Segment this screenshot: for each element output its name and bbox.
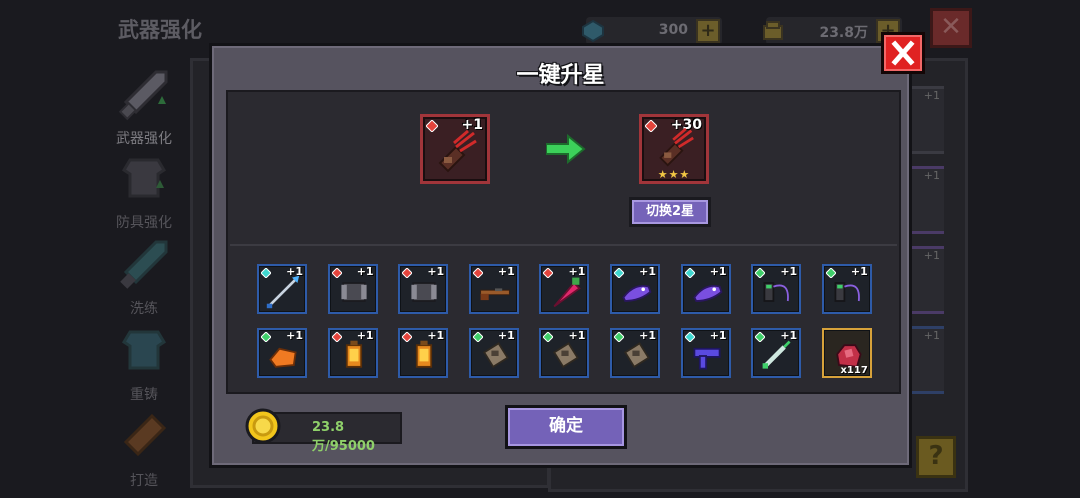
item-plus-level: +1 (780, 265, 798, 278)
current-weapon-slot[interactable]: +1 (420, 114, 490, 184)
divider (230, 244, 897, 246)
material-item-slot[interactable]: x117 (821, 328, 872, 378)
background-slot: +1 (908, 166, 944, 234)
item-plus-level: +1 (709, 265, 727, 278)
sidebar-label: 防具强化 (116, 215, 172, 231)
bracer-icon (411, 282, 437, 302)
drill-icon (553, 277, 582, 308)
reforge-armor-icon (121, 330, 167, 370)
material-item-slot[interactable]: +1 (680, 264, 731, 314)
material-item-slot[interactable]: +1 (257, 328, 307, 378)
gem-resource-bar: 300 + (582, 17, 722, 45)
material-item-slot[interactable]: +1 (468, 328, 519, 378)
item-plus-level: +1 (427, 265, 445, 278)
item-plus-level: +1 (568, 265, 586, 278)
armor-icon (121, 158, 167, 198)
lantern-icon (345, 340, 362, 368)
upgrade-star-dialog: 一键升星 +1 +30 ★★★ 切换2星 +1 +1 +1 +1 +1 +1 +… (209, 32, 925, 468)
coin-stack-icon (763, 21, 783, 40)
material-item-slot[interactable]: +1 (539, 328, 590, 378)
material-item-slot[interactable]: +1 (327, 264, 378, 314)
fish-gun-icon (692, 285, 723, 302)
item-plus-level: +1 (639, 329, 656, 342)
gem-count: 300 (658, 22, 688, 38)
item-plus-level: +1 (356, 329, 374, 342)
sidebar-item-armor-enhance[interactable]: 防具强化 (108, 150, 180, 232)
close-icon (891, 40, 915, 66)
item-plus-level: +1 (286, 329, 303, 342)
sidebar-label: 洗练 (130, 301, 158, 317)
material-item-slot[interactable]: +1 (751, 328, 802, 378)
background-slot: +1 (908, 86, 944, 154)
claw-gauntlet-icon (438, 129, 477, 173)
coin-count: 23.8万 (819, 25, 868, 41)
spear-icon (266, 275, 300, 309)
material-item-slot[interactable]: +1 (398, 264, 449, 314)
background-slot: +1 (908, 326, 944, 394)
item-plus-level: +1 (780, 329, 798, 342)
page-title: 武器强化 (118, 18, 202, 42)
sidebar-item-reforge[interactable]: 重铸 (108, 322, 180, 404)
material-item-slot[interactable]: +1 (398, 328, 449, 378)
material-item-slot[interactable]: +1 (821, 264, 872, 314)
add-gem-button[interactable]: + (696, 19, 720, 43)
switch-star-button[interactable]: 切换2星 (629, 197, 711, 227)
item-plus-level: +1 (850, 265, 868, 278)
item-plus-level: +1 (497, 265, 515, 278)
flail-icon (834, 282, 860, 302)
star-rating: ★★★ (657, 168, 691, 181)
material-item-slot[interactable]: +1 (610, 264, 660, 314)
sidebar-label: 打造 (130, 473, 158, 489)
sidebar-item-craft[interactable]: 打造 (108, 408, 180, 490)
uzi-icon (693, 347, 721, 370)
material-item-slot[interactable]: +1 (751, 264, 802, 314)
material-item-slot[interactable]: +1 (257, 264, 307, 314)
material-item-slot[interactable]: +1 (539, 264, 590, 314)
item-plus-level: +1 (709, 329, 727, 342)
sidebar-label: 重铸 (130, 387, 158, 403)
close-button[interactable] (881, 32, 925, 74)
scroll-icon (482, 342, 509, 369)
item-quantity: x117 (840, 365, 868, 376)
item-plus-level: +1 (286, 265, 303, 278)
sidebar-label: 武器强化 (116, 131, 172, 147)
scroll-icon (553, 342, 580, 369)
item-plus-level: +1 (427, 329, 445, 342)
flail-icon (763, 282, 790, 302)
fish-gun-icon (622, 285, 652, 302)
gem-icon (582, 19, 604, 43)
gold-coin-icon (245, 408, 281, 444)
cost-text: 23.8万/95000 (312, 420, 375, 454)
item-plus-level: +1 (356, 265, 374, 278)
claw-gauntlet-icon (659, 127, 694, 167)
dialog-title: 一键升星 (516, 63, 605, 88)
bread-icon (269, 347, 297, 368)
help-button[interactable]: ? (916, 436, 956, 478)
confirm-button[interactable]: 确定 (505, 405, 627, 449)
item-plus-level: +1 (639, 265, 656, 278)
background-close-button[interactable]: ✕ (930, 8, 972, 48)
material-item-slot[interactable]: +1 (327, 328, 378, 378)
scroll-icon (623, 342, 650, 369)
item-plus-level: +1 (497, 329, 515, 342)
hammer-icon (123, 413, 167, 457)
rifle-icon (479, 288, 510, 301)
background-slot: +1 (908, 246, 944, 314)
sidebar-item-refine[interactable]: 洗练 (108, 236, 180, 318)
arrow-right-icon (546, 134, 586, 164)
sidebar-item-weapon-enhance[interactable]: 武器强化 (108, 66, 180, 148)
dialog-content: +1 +30 ★★★ 切换2星 +1 +1 +1 +1 +1 +1 +1 +1 … (226, 90, 901, 394)
refine-sword-icon (120, 240, 168, 289)
material-item-slot[interactable]: +1 (610, 328, 660, 378)
item-plus-level: +1 (568, 329, 586, 342)
syringe-icon (762, 340, 791, 369)
sword-icon (118, 70, 168, 121)
bracer-icon (340, 282, 367, 302)
material-item-slot[interactable]: +1 (468, 264, 519, 314)
material-item-slot[interactable]: +1 (680, 328, 731, 378)
target-weapon-slot[interactable]: +30 ★★★ (639, 114, 709, 184)
lantern-icon (416, 340, 433, 368)
